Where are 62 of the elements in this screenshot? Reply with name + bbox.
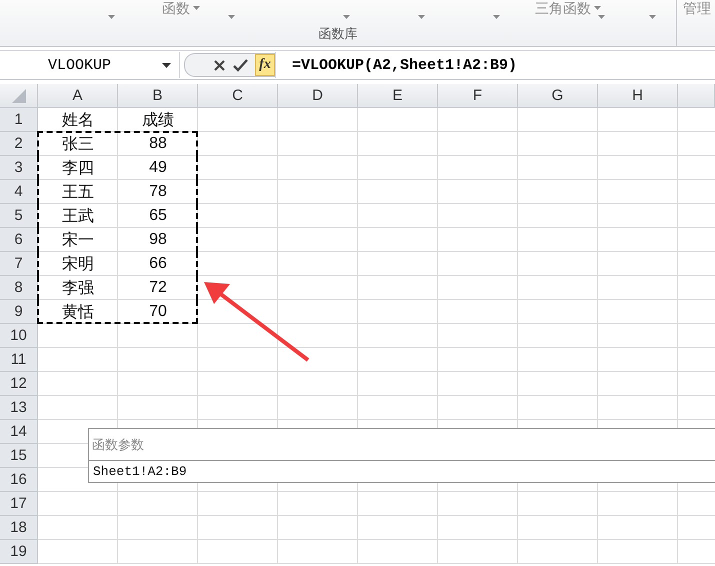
row-header[interactable]: 16 — [0, 468, 38, 492]
table-cell-text: 88 — [148, 134, 168, 154]
table-cell-text: 70 — [148, 302, 168, 322]
caret-icon[interactable] — [649, 15, 656, 19]
table-cell-text: 成绩 — [141, 110, 175, 130]
table-cell-text: 姓名 — [61, 110, 95, 130]
group-title: 函数库 — [318, 25, 358, 43]
corner-triangle-icon — [12, 88, 26, 102]
table-cell-text: 王武 — [61, 206, 95, 226]
row-header[interactable]: 11 — [0, 348, 38, 372]
caret-icon[interactable] — [493, 15, 500, 19]
table-cell-text: 72 — [148, 278, 168, 298]
row-header[interactable]: 15 — [0, 444, 38, 468]
formula-input[interactable]: =VLOOKUP(A2,Sheet1!A2:B9) — [275, 52, 715, 78]
column-header[interactable]: C — [198, 84, 278, 108]
row-header[interactable]: 13 — [0, 396, 38, 420]
table-cell-text: 49 — [148, 158, 168, 178]
row-header[interactable]: 19 — [0, 540, 38, 564]
checkmark-icon[interactable] — [233, 58, 248, 72]
caret-icon[interactable] — [193, 6, 200, 10]
row-header[interactable]: 8 — [0, 276, 38, 300]
row-header[interactable]: 1 — [0, 108, 38, 132]
row-header[interactable]: 10 — [0, 324, 38, 348]
name-box[interactable]: VLOOKUP — [0, 52, 180, 78]
column-header[interactable]: F — [438, 84, 518, 108]
column-header[interactable]: D — [278, 84, 358, 108]
row-header[interactable]: 2 — [0, 132, 38, 156]
row-header[interactable]: 12 — [0, 372, 38, 396]
caret-icon[interactable] — [343, 15, 350, 19]
column-header[interactable]: H — [598, 84, 678, 108]
column-header[interactable]: E — [358, 84, 438, 108]
caret-icon[interactable] — [228, 15, 235, 19]
row-header[interactable]: 6 — [0, 228, 38, 252]
column-header[interactable]: B — [118, 84, 198, 108]
table-cell-text: 王五 — [61, 182, 95, 202]
table-cell-text: 黄恬 — [61, 302, 95, 322]
caret-icon[interactable] — [418, 15, 425, 19]
row-header[interactable]: 4 — [0, 180, 38, 204]
table-cell-text: 98 — [148, 230, 168, 250]
row-header[interactable]: 18 — [0, 516, 38, 540]
dropdown-icon[interactable] — [162, 62, 171, 68]
row-header[interactable]: 9 — [0, 300, 38, 324]
table-cell-text: 78 — [148, 182, 168, 202]
column-header[interactable]: A — [38, 84, 118, 108]
table-cell-text: 李强 — [61, 278, 95, 298]
column-header[interactable]: G — [518, 84, 598, 108]
row-header[interactable]: 17 — [0, 492, 38, 516]
row-header[interactable]: 7 — [0, 252, 38, 276]
row-header[interactable]: 3 — [0, 156, 38, 180]
table-cell-text: 65 — [148, 206, 168, 226]
select-all-button[interactable] — [0, 84, 38, 108]
insert-function-button[interactable]: fx — [255, 54, 275, 76]
caret-icon[interactable] — [108, 15, 115, 19]
cancel-icon[interactable] — [213, 58, 226, 72]
table-cell-text: 宋明 — [61, 254, 95, 274]
table-cell-text: 李四 — [61, 158, 95, 178]
argument-field[interactable]: Sheet1!A2:B9 — [89, 461, 715, 482]
table-cell-text: 66 — [148, 254, 168, 274]
row-header[interactable]: 5 — [0, 204, 38, 228]
table-cell-text: 张三 — [61, 134, 95, 154]
table-cell-text: 宋一 — [61, 230, 95, 250]
row-header[interactable]: 14 — [0, 420, 38, 444]
